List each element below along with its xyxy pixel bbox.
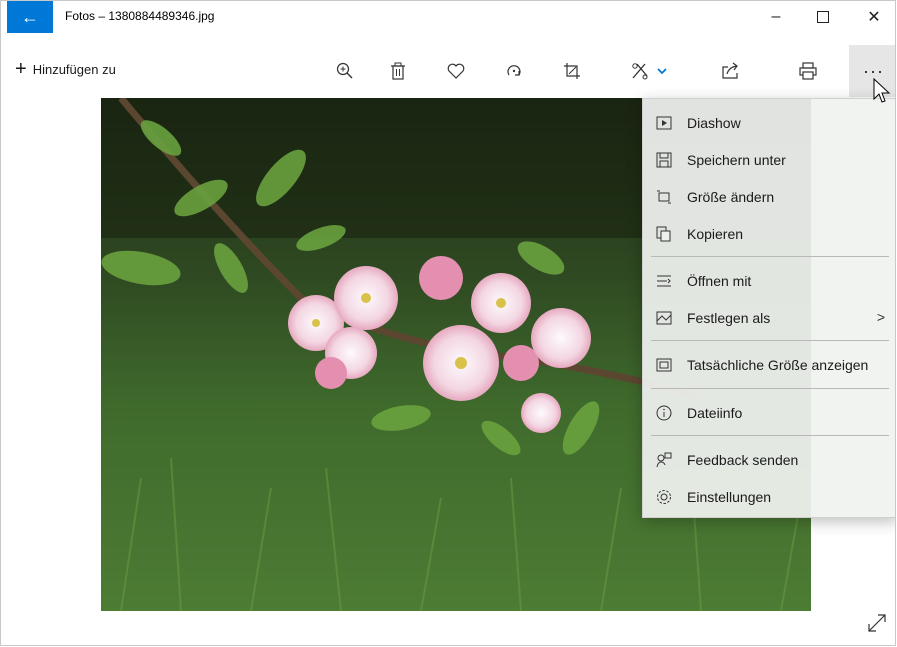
menu-item-copy[interactable]: Kopieren: [643, 215, 895, 252]
menu-item-label: Tatsächliche Größe anzeigen: [687, 356, 869, 373]
menu-separator: [651, 435, 889, 436]
menu-item-diashow[interactable]: Diashow: [643, 104, 895, 141]
back-button[interactable]: ←: [7, 1, 53, 33]
plus-icon: +: [15, 58, 27, 80]
settings-icon: [655, 488, 673, 506]
menu-item-label: Festlegen als: [687, 309, 771, 326]
menu-item-resize[interactable]: Größe ändern: [643, 178, 895, 215]
save-icon: [655, 151, 673, 169]
zoom-in-icon: [336, 62, 353, 79]
share-icon: [722, 62, 738, 79]
crop-icon: [564, 63, 580, 79]
arrow-left-icon: ←: [21, 6, 39, 27]
print-icon: [799, 62, 817, 80]
edit-create-button[interactable]: [627, 57, 675, 85]
menu-item-file-info[interactable]: Dateiinfo: [643, 394, 895, 431]
photos-app-window: ← Fotos – 1380884489346.jpg – ✕ + Hinzuf…: [0, 0, 896, 646]
share-button[interactable]: [714, 57, 746, 85]
menu-item-feedback[interactable]: Feedback senden: [643, 441, 895, 478]
chevron-right-icon: >: [876, 309, 885, 325]
menu-item-label: Diashow: [687, 114, 741, 131]
menu-item-label: Einstellungen: [687, 488, 772, 505]
menu-item-label: Kopieren: [687, 225, 744, 242]
expand-icon: [868, 614, 886, 632]
print-button[interactable]: [792, 57, 824, 85]
actual-size-icon: [655, 356, 673, 374]
more-options-menu: Diashow Speichern unter Größe ändern Kop…: [642, 98, 895, 518]
menu-item-settings[interactable]: Einstellungen: [643, 478, 895, 515]
close-button[interactable]: ✕: [851, 1, 895, 33]
menu-item-label: Speichern unter: [687, 151, 786, 168]
delete-icon: [391, 62, 405, 80]
info-icon: [655, 404, 673, 422]
window-title: Fotos – 1380884489346.jpg: [65, 9, 215, 23]
rotate-icon: [507, 65, 521, 76]
menu-item-label: Dateiinfo: [687, 404, 743, 421]
add-to-button[interactable]: + Hinzufügen zu: [15, 59, 116, 79]
menu-separator: [651, 256, 889, 257]
zoom-in-button[interactable]: [329, 57, 361, 85]
rotate-button[interactable]: [498, 57, 530, 85]
copy-icon: [655, 225, 673, 243]
resize-icon: [655, 188, 673, 206]
favorite-button[interactable]: [440, 57, 472, 85]
menu-item-label: Größe ändern: [687, 188, 775, 205]
maximize-icon: [817, 11, 829, 23]
set-as-icon: [655, 309, 673, 327]
slideshow-icon: [655, 114, 673, 132]
menu-item-open-with[interactable]: Öffnen mit: [643, 262, 895, 299]
edit-icon: [632, 63, 667, 80]
menu-separator: [651, 388, 889, 389]
menu-item-actual-size[interactable]: Tatsächliche Größe anzeigen: [643, 346, 895, 383]
menu-item-label: Öffnen mit: [687, 272, 752, 289]
menu-item-label: Feedback senden: [687, 451, 799, 468]
open-with-icon: [655, 272, 673, 290]
minimize-button[interactable]: –: [753, 1, 799, 33]
add-to-label: Hinzufügen zu: [32, 61, 116, 77]
expand-button[interactable]: [863, 609, 891, 637]
menu-item-save-as[interactable]: Speichern unter: [643, 141, 895, 178]
menu-item-set-as[interactable]: Festlegen als >: [643, 299, 895, 336]
feedback-icon: [655, 451, 673, 469]
mouse-cursor-icon: [873, 78, 891, 103]
toolbar: + Hinzufügen zu ···: [1, 45, 895, 97]
title-bar: ← Fotos – 1380884489346.jpg – ✕: [1, 1, 895, 33]
delete-button[interactable]: [382, 57, 414, 85]
crop-button[interactable]: [556, 57, 588, 85]
favorite-icon: [447, 63, 465, 79]
menu-separator: [651, 340, 889, 341]
maximize-button[interactable]: [800, 1, 846, 33]
